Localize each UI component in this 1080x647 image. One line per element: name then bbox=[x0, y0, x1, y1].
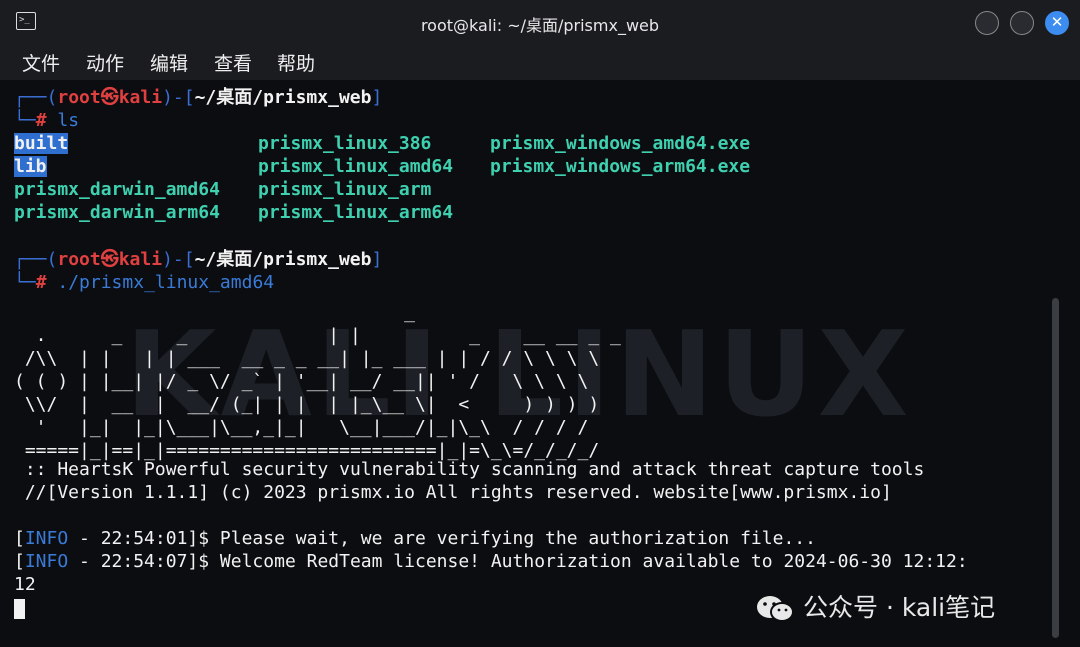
dir-built: built bbox=[14, 133, 69, 154]
menu-edit[interactable]: 编辑 bbox=[150, 49, 188, 76]
menu-view[interactable]: 查看 bbox=[214, 49, 252, 76]
menu-file[interactable]: 文件 bbox=[22, 49, 60, 76]
command-line-1: └─# ls bbox=[14, 110, 80, 131]
log-line: [INFO - 22:54:01]$ Please wait, we are v… bbox=[14, 528, 816, 549]
scrollbar[interactable] bbox=[1052, 298, 1059, 638]
prompt-line-2: ┌──(root㉿kali)-[~/桌面/prismx_web] bbox=[14, 249, 383, 270]
prompt-path: ~/桌面/prismx_web bbox=[194, 249, 372, 270]
file-entry: prismx_linux_386 bbox=[258, 133, 432, 154]
ls-row: prismx_darwin_arm64 bbox=[14, 201, 220, 224]
prompt-user: root㉿kali bbox=[57, 249, 163, 270]
prompt-line-1: ┌──(root㉿kali)-[~/桌面/prismx_web] bbox=[14, 87, 383, 108]
wechat-watermark: 公众号 · kali笔记 bbox=[755, 588, 995, 624]
dir-lib: lib bbox=[14, 156, 47, 177]
file-entry: prismx_linux_arm bbox=[258, 179, 432, 200]
command-text: ./prismx_linux_amd64 bbox=[57, 272, 275, 293]
terminal-window: >_ root@kali: ~/桌面/prismx_web ✕ 文件 动作 编辑… bbox=[0, 0, 1080, 647]
close-button[interactable]: ✕ bbox=[1045, 11, 1069, 35]
file-entry: prismx_linux_arm64 bbox=[258, 202, 454, 223]
ls-row: prismx_darwin_amd64 bbox=[14, 178, 220, 201]
file-entry: prismx_darwin_arm64 bbox=[14, 202, 220, 223]
file-entry: prismx_windows_arm64.exe bbox=[490, 156, 751, 177]
banner-version: //[Version 1.1.1] (c) 2023 prismx.io All… bbox=[14, 482, 892, 503]
file-entry: prismx_linux_amd64 bbox=[258, 156, 454, 177]
ls-row: built bbox=[14, 132, 69, 155]
log-line: [INFO - 22:54:07]$ Welcome RedTeam licen… bbox=[14, 551, 968, 572]
ls-row: lib bbox=[14, 155, 47, 178]
minimize-button[interactable] bbox=[975, 11, 999, 35]
menu-action[interactable]: 动作 bbox=[86, 49, 124, 76]
file-entry: prismx_darwin_amd64 bbox=[14, 179, 220, 200]
log-line-wrap: 12 bbox=[14, 574, 36, 595]
prompt-user: root㉿kali bbox=[57, 87, 163, 108]
wechat-icon bbox=[757, 596, 794, 622]
command-line-2: └─# ./prismx_linux_amd64 bbox=[14, 272, 275, 293]
window-title: root@kali: ~/桌面/prismx_web bbox=[420, 16, 660, 35]
maximize-button[interactable] bbox=[1010, 11, 1034, 35]
terminal-output[interactable]: KALI LINUX ┌──(root㉿kali)-[~/桌面/prismx_w… bbox=[0, 80, 1080, 647]
menu-help[interactable]: 帮助 bbox=[277, 49, 315, 76]
log-level: INFO bbox=[24, 551, 69, 572]
file-entry: prismx_windows_amd64.exe bbox=[490, 133, 751, 154]
title-bar: >_ root@kali: ~/桌面/prismx_web ✕ bbox=[0, 0, 1080, 44]
menu-bar: 文件 动作 编辑 查看 帮助 bbox=[0, 44, 1080, 80]
prompt-path: ~/桌面/prismx_web bbox=[194, 87, 372, 108]
log-level: INFO bbox=[24, 528, 69, 549]
terminal-cursor bbox=[14, 599, 25, 619]
banner-tagline: :: HeartsK Powerful security vulnerabili… bbox=[14, 459, 925, 480]
command-text: ls bbox=[57, 110, 80, 131]
ascii-banner: _ . _ _ | | _ __ __ _ _ /\\ | | | | ___ … bbox=[14, 302, 621, 461]
wechat-text: 公众号 · kali笔记 bbox=[803, 593, 996, 622]
